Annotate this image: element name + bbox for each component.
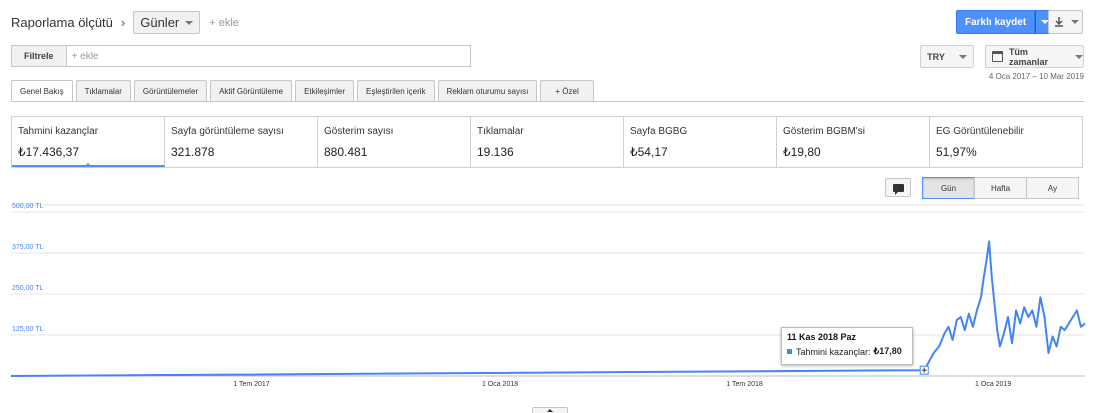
tab-active-view[interactable]: Aktif Görüntüleme [210, 80, 293, 102]
metric-card[interactable]: Tahmini kazançlar ₺17.436,37 [12, 117, 165, 167]
save-as-button[interactable]: Farklı kaydet [956, 10, 1036, 34]
date-range-text: 4 Oca 2017 – 10 Mar 2019 [988, 72, 1084, 81]
granularity-toggle: Gün Hafta Ay [922, 177, 1079, 199]
metric-name: Tahmini kazançlar [18, 126, 99, 137]
save-button-group: Farklı kaydet [956, 10, 1056, 34]
tooltip-series: Tahmini kazançlar: [796, 346, 871, 357]
granularity-week-button[interactable]: Hafta [974, 177, 1027, 199]
tab-clicks[interactable]: Tıklamalar [75, 80, 131, 102]
metric-value: ₺54,17 [630, 145, 668, 159]
metric-name: Tıklamalar [477, 126, 524, 137]
metrics-scorecard: Tahmini kazançlar ₺17.436,37 Sayfa görün… [11, 116, 1083, 168]
breadcrumb-separator: › [120, 15, 126, 30]
metric-value: 51,97% [936, 145, 977, 159]
annotation-button[interactable] [885, 178, 911, 197]
metric-value: ₺19,80 [783, 145, 821, 159]
x-tick-label: 1 Oca 2019 [975, 381, 1011, 388]
metric-name: Gösterim BGBM'si [783, 126, 865, 137]
chevron-up-icon [547, 409, 553, 412]
metric-value: 880.481 [324, 145, 368, 159]
date-range-label: Tüm zamanlar [1008, 46, 1048, 67]
metric-card[interactable]: Gösterim BGBM'si ₺19,80 [777, 117, 930, 167]
tooltip-date: 11 Kas 2018 Paz [787, 332, 857, 342]
comment-icon [892, 183, 904, 195]
y-tick-label: 250,00 TL [12, 285, 44, 292]
y-tick-label: 375,00 TL [12, 244, 44, 251]
date-range-dropdown[interactable]: Tüm zamanlar [985, 45, 1084, 68]
series-swatch [787, 349, 792, 354]
chart-tooltip: 11 Kas 2018 Paz Tahmini kazançlar: ₺17,8… [781, 327, 913, 365]
tab-custom[interactable]: + Özel [540, 80, 594, 102]
x-tick-label: 1 Oca 2018 [482, 381, 518, 388]
tab-ad-sessions[interactable]: Reklam oturumu sayısı [437, 80, 538, 102]
tab-matched-content[interactable]: Eşleştirilen içerik [357, 80, 435, 102]
currency-dropdown[interactable]: TRY [920, 45, 974, 68]
chevron-down-icon [185, 20, 194, 25]
chevron-down-icon [1075, 54, 1083, 59]
metric-value: 321.878 [171, 145, 215, 159]
tab-interactions[interactable]: Etkileşimler [295, 80, 354, 102]
dimension-label: Günler [140, 15, 180, 30]
breadcrumb: Raporlama ölçütü › Günler + ekle [11, 11, 239, 34]
tabs-divider [11, 101, 1084, 102]
chevron-down-icon [958, 54, 967, 59]
chevron-down-icon [1070, 20, 1079, 24]
metric-card[interactable]: Tıklamalar 19.136 [471, 117, 624, 167]
filter-input[interactable]: + ekle [67, 46, 99, 66]
tab-views[interactable]: Görüntülemeler [133, 80, 208, 102]
metric-card[interactable]: Gösterim sayısı 880.481 [318, 117, 471, 167]
currency-label: TRY [927, 51, 945, 62]
expand-handle[interactable] [532, 407, 568, 413]
report-tabs: Genel Bakış Tıklamalar Görüntülemeler Ak… [11, 80, 597, 102]
metric-name: Sayfa görüntüleme sayısı [171, 126, 284, 137]
y-tick-label: 500,00 TL [12, 203, 44, 210]
x-tick-label: 1 Tem 2018 [726, 381, 763, 388]
tab-overview[interactable]: Genel Bakış [11, 80, 73, 102]
earnings-line-chart: 500,00 TL 375,00 TL 250,00 TL 125,00 TL 1 Te… [10, 203, 1086, 388]
granularity-day-button[interactable]: Gün [922, 177, 975, 199]
metric-name: EG Görüntülenebilir [936, 126, 1024, 137]
dimension-dropdown[interactable]: Günler [133, 11, 201, 34]
metric-card[interactable]: Sayfa BGBG ₺54,17 [624, 117, 777, 167]
tooltip-line: Tahmini kazançlar: ₺17,80 [787, 346, 907, 357]
add-dimension-link[interactable]: + ekle [209, 17, 239, 29]
granularity-month-button[interactable]: Ay [1026, 177, 1079, 199]
y-tick-label: 125,00 TL [12, 326, 44, 333]
series-line [10, 240, 1086, 377]
calendar-icon [992, 51, 1003, 62]
page-title: Raporlama ölçütü [11, 15, 113, 30]
tooltip-value: ₺17,80 [873, 346, 902, 356]
metric-name: Sayfa BGBG [630, 126, 688, 137]
download-icon [1054, 17, 1063, 27]
metric-name: Gösterim sayısı [324, 126, 394, 137]
metric-value: ₺17.436,37 [18, 145, 80, 159]
metric-card[interactable]: EG Görüntülenebilir 51,97% [930, 117, 1082, 167]
metric-value: 19.136 [477, 145, 514, 159]
filter-button[interactable]: Filtrele [12, 46, 67, 66]
download-button[interactable] [1048, 10, 1083, 34]
x-tick-label: 1 Tem 2017 [233, 381, 270, 388]
filter-bar: Filtrele + ekle [11, 45, 471, 67]
metric-card[interactable]: Sayfa görüntüleme sayısı 321.878 [165, 117, 318, 167]
